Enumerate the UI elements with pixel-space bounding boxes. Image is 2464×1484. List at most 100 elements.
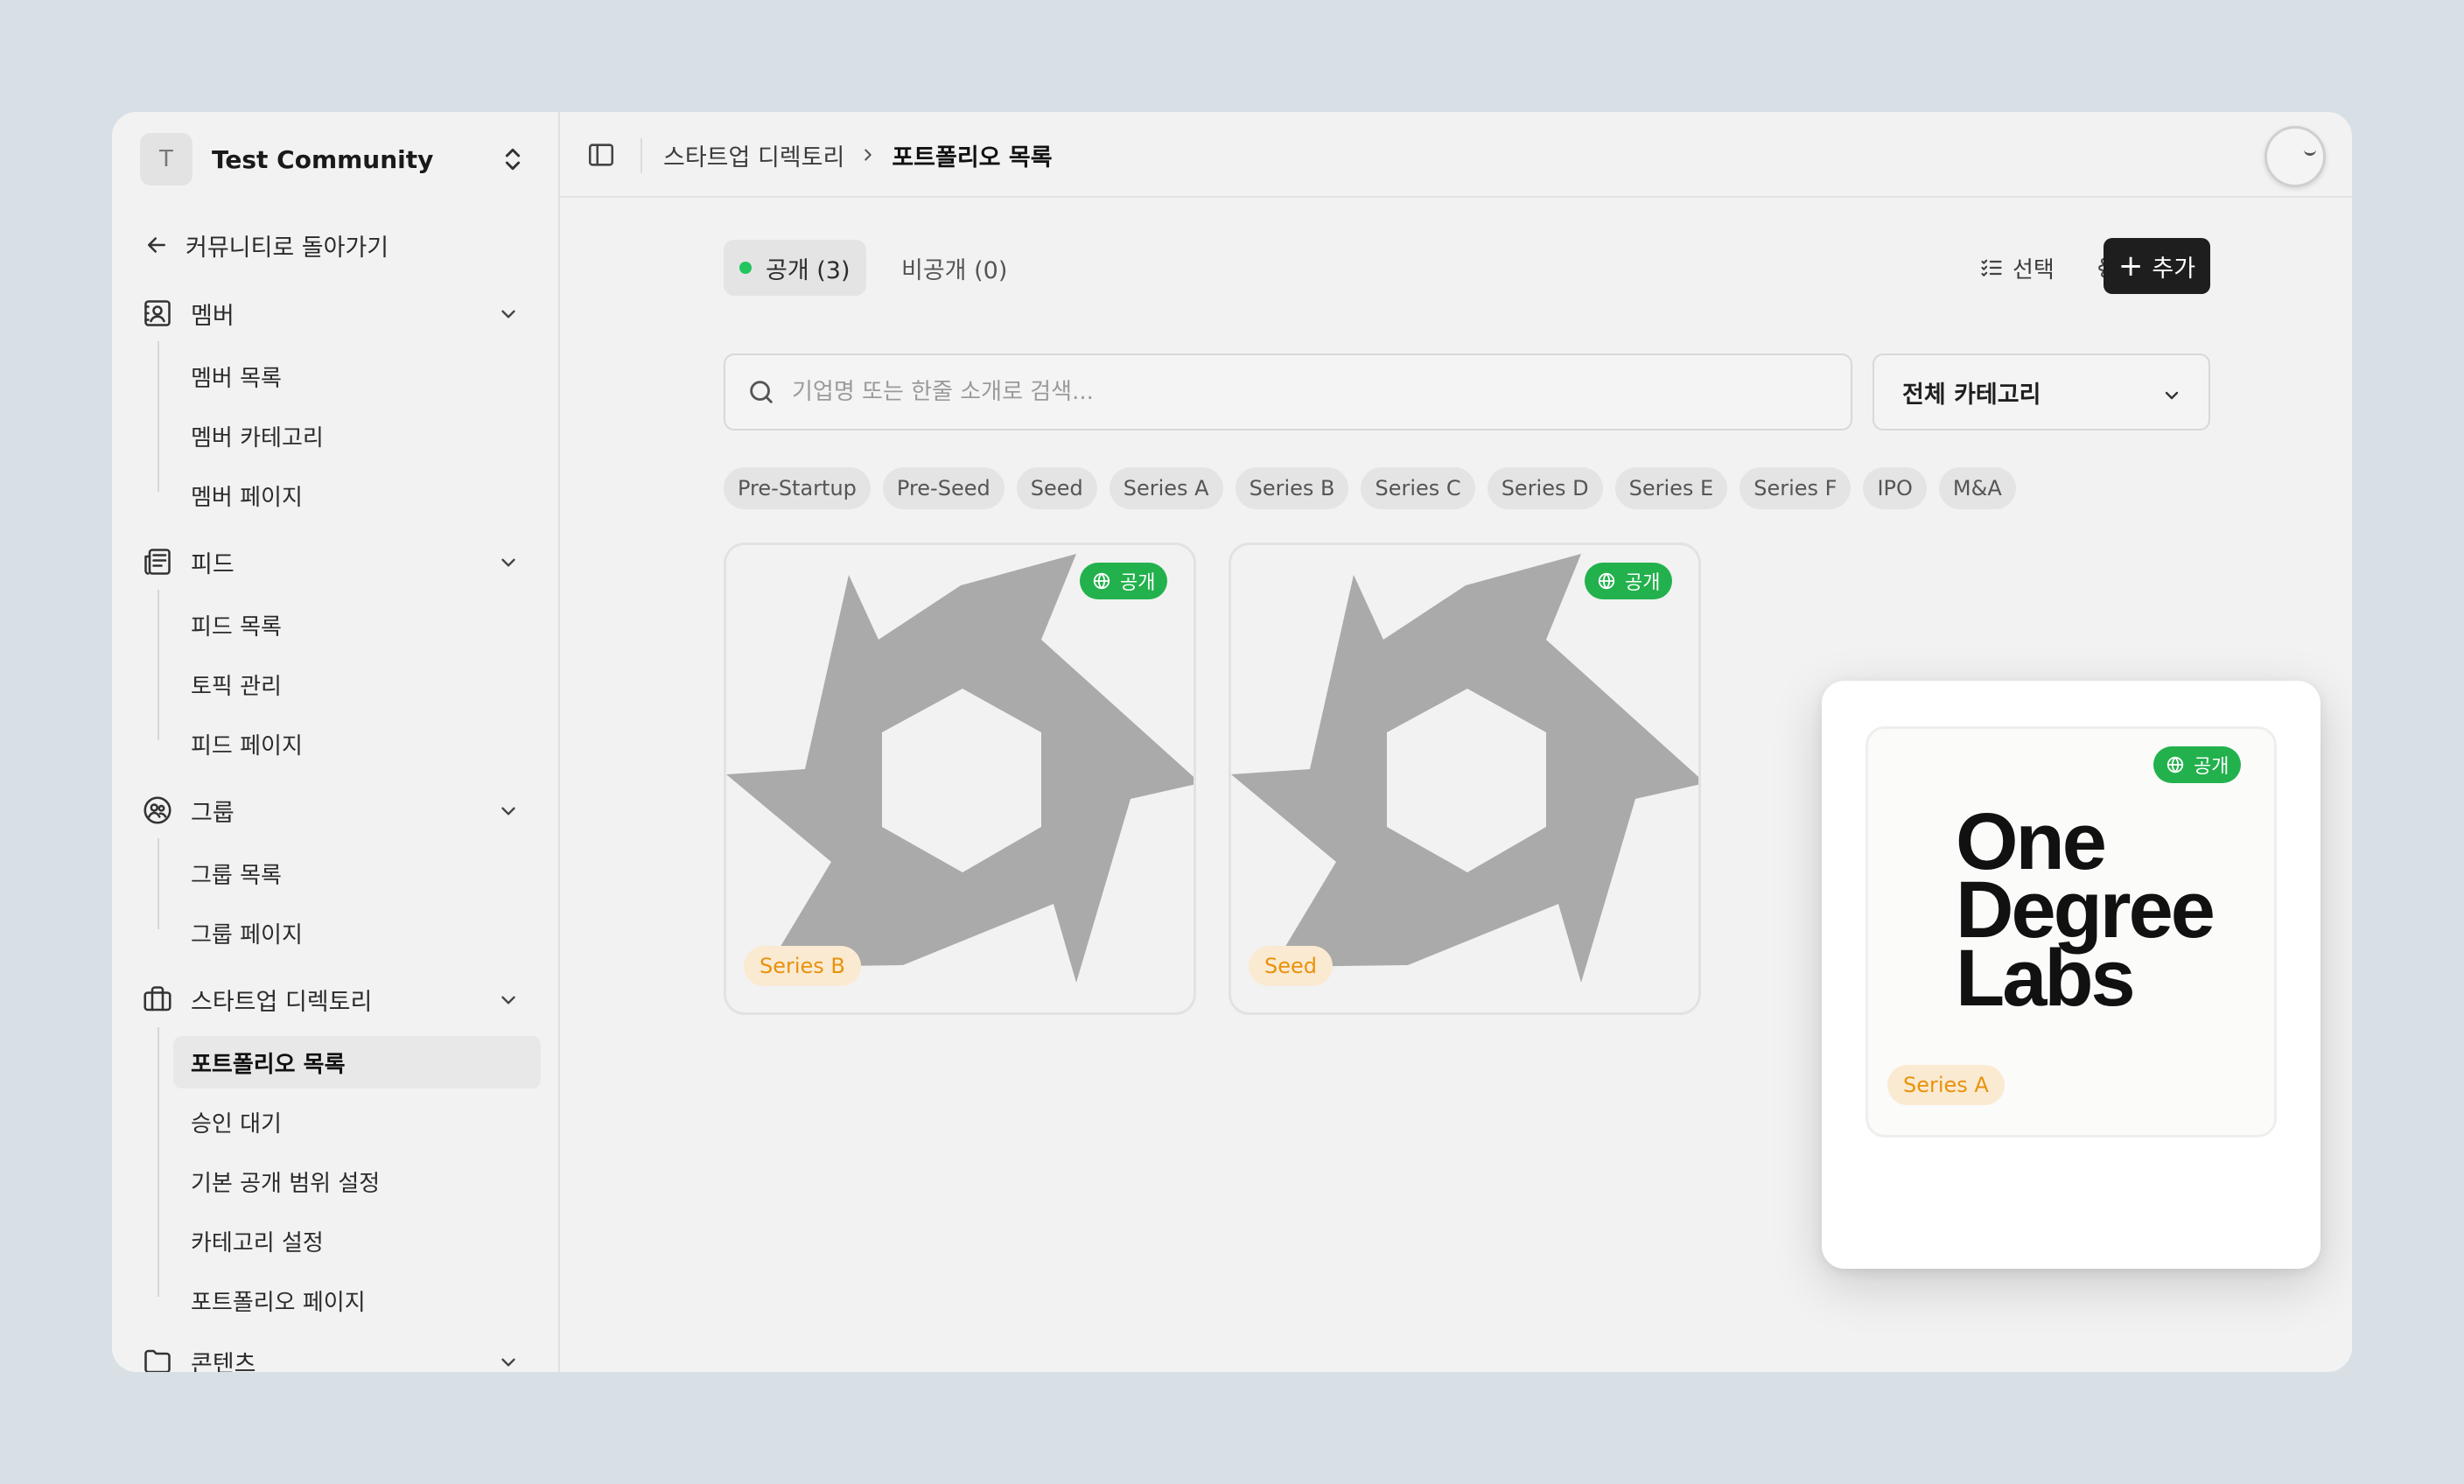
sidebar-item-group-page[interactable]: 그룹 페이지 bbox=[173, 906, 541, 959]
tree-line bbox=[158, 341, 159, 492]
sidebar-item-group-list[interactable]: 그룹 목록 bbox=[173, 847, 541, 900]
search-icon bbox=[750, 381, 773, 403]
divider bbox=[640, 138, 642, 173]
member-card-icon bbox=[140, 296, 175, 331]
chevron-down-icon bbox=[2165, 391, 2179, 400]
chevron-down-icon bbox=[501, 310, 515, 318]
sidebar-section-label: 스타트업 디렉토리 bbox=[191, 988, 373, 1016]
globe-icon bbox=[2166, 756, 2184, 774]
sidebar-section-groups[interactable]: 그룹 bbox=[140, 784, 534, 836]
stage-chip[interactable]: Series C bbox=[1361, 467, 1475, 509]
sidebar-section-startup-directory[interactable]: 스타트업 디렉토리 bbox=[140, 973, 534, 1026]
select-label: 선택 bbox=[2012, 256, 2054, 284]
stage-chip[interactable]: Pre-Startup bbox=[724, 467, 871, 509]
sidebar-item-feed-page[interactable]: 피드 페이지 bbox=[173, 718, 541, 770]
sidebar-toggle-icon[interactable] bbox=[586, 140, 616, 170]
breadcrumb: 스타트업 디렉토리 포트폴리오 목록 bbox=[663, 136, 1053, 173]
sidebar-item-approval-pending[interactable]: 승인 대기 bbox=[173, 1096, 541, 1148]
arrow-left-icon bbox=[148, 237, 165, 253]
stage-chip[interactable]: Series E bbox=[1614, 467, 1728, 509]
community-switcher[interactable]: T Test Community bbox=[140, 131, 534, 187]
plus-icon: + bbox=[2118, 248, 2144, 284]
sidebar-item-member-list[interactable]: 멤버 목록 bbox=[173, 350, 541, 402]
users-circle-icon bbox=[140, 793, 175, 828]
search-box[interactable] bbox=[724, 354, 1852, 430]
tree-line bbox=[158, 590, 159, 740]
add-button[interactable]: + 추가 bbox=[2104, 238, 2210, 294]
app-window: T Test Community 커뮤니티로 돌아가기 멤버 멤버 목록 멤버 … bbox=[112, 112, 2352, 1372]
visibility-label: 공개 bbox=[2194, 756, 2230, 778]
breadcrumb-parent[interactable]: 스타트업 디렉토리 bbox=[663, 138, 844, 172]
portfolio-card[interactable]: 공개 Seed bbox=[1228, 542, 1701, 1015]
visibility-label: 공개 bbox=[1625, 572, 1661, 594]
chevron-down-icon bbox=[501, 996, 515, 1004]
stage-badge: Series A bbox=[1887, 1065, 2005, 1105]
stage-chip[interactable]: Series B bbox=[1235, 467, 1349, 509]
company-logo bbox=[1231, 554, 1698, 983]
portfolio-card-inner: One Degree Labs 공개 Series A bbox=[1866, 726, 2277, 1138]
category-select[interactable]: 전체 카테고리 bbox=[1872, 354, 2210, 430]
sidebar-section-label: 멤버 bbox=[191, 302, 234, 330]
sidebar-item-feed-list[interactable]: 피드 목록 bbox=[173, 598, 541, 651]
sidebar-item-default-visibility[interactable]: 기본 공개 범위 설정 bbox=[173, 1155, 541, 1208]
sidebar-section-members[interactable]: 멤버 bbox=[140, 287, 534, 340]
company-logo bbox=[726, 554, 1194, 983]
sidebar-item-portfolio-page[interactable]: 포트폴리오 페이지 bbox=[173, 1274, 541, 1326]
back-label: 커뮤니티로 돌아가기 bbox=[186, 234, 389, 262]
globe-icon bbox=[1598, 572, 1615, 590]
category-select-value: 전체 카테고리 bbox=[1902, 381, 2041, 409]
sidebar-section-content[interactable]: 콘텐츠 bbox=[140, 1335, 534, 1372]
stage-badge: Seed bbox=[1249, 946, 1333, 986]
sidebar-item-member-category[interactable]: 멤버 카테고리 bbox=[173, 410, 541, 462]
tab-private-label: 비공개 (0) bbox=[901, 256, 1008, 284]
search-input[interactable] bbox=[792, 379, 1807, 405]
main-content: 공개 (3) 비공개 (0) 선택 편집 + 추가 전체 카테고리 Pre-St… bbox=[560, 200, 2352, 1372]
topbar: 스타트업 디렉토리 포트폴리오 목록 bbox=[560, 112, 2352, 198]
user-avatar[interactable] bbox=[2264, 126, 2326, 187]
sidebar-section-label: 콘텐츠 bbox=[191, 1350, 256, 1373]
sidebar-item-member-page[interactable]: 멤버 페이지 bbox=[173, 469, 541, 522]
stage-chip[interactable]: Series D bbox=[1487, 467, 1603, 509]
list-check-icon bbox=[1981, 259, 2002, 276]
status-dot bbox=[739, 262, 752, 274]
sidebar-item-category-settings[interactable]: 카테고리 설정 bbox=[173, 1214, 541, 1267]
globe-icon bbox=[1093, 572, 1110, 590]
company-logo-text: One Degree Labs bbox=[1956, 802, 2216, 1018]
sidebar-section-feed[interactable]: 피드 bbox=[140, 536, 534, 588]
tab-public[interactable]: 공개 (3) bbox=[724, 240, 866, 296]
sidebar-section-label: 그룹 bbox=[191, 799, 234, 827]
select-button[interactable]: 선택 bbox=[1979, 240, 2054, 296]
tab-public-label: 공개 (3) bbox=[766, 256, 850, 284]
stage-chip[interactable]: Pre-Seed bbox=[882, 467, 1004, 509]
stage-filter-chips: Pre-Startup Pre-Seed Seed Series A Serie… bbox=[724, 467, 2016, 509]
portfolio-card[interactable]: 공개 Series B bbox=[724, 542, 1196, 1015]
community-avatar: T bbox=[140, 133, 192, 186]
back-to-community-link[interactable]: 커뮤니티로 돌아가기 bbox=[144, 220, 388, 270]
chevron-down-icon bbox=[501, 558, 515, 567]
folder-icon bbox=[140, 1344, 175, 1372]
sidebar-item-portfolio-list[interactable]: 포트폴리오 목록 bbox=[173, 1036, 541, 1088]
stage-badge: Series B bbox=[744, 946, 861, 986]
stage-chip[interactable]: Series A bbox=[1109, 467, 1223, 509]
sidebar-item-topic-manage[interactable]: 토픽 관리 bbox=[173, 658, 541, 710]
community-name: Test Community bbox=[212, 144, 434, 174]
portfolio-card-dragging[interactable]: One Degree Labs 공개 Series A bbox=[1822, 681, 2320, 1269]
visibility-badge: 공개 bbox=[1585, 563, 1673, 599]
sidebar-section-label: 피드 bbox=[191, 550, 234, 578]
tree-line bbox=[158, 1027, 159, 1297]
visibility-badge: 공개 bbox=[1080, 563, 1168, 599]
chevron-down-icon bbox=[501, 807, 515, 816]
tab-private[interactable]: 비공개 (0) bbox=[901, 240, 1007, 296]
chevron-right-icon bbox=[864, 149, 872, 161]
stage-chip[interactable]: Series F bbox=[1740, 467, 1852, 509]
newspaper-icon bbox=[140, 544, 175, 579]
visibility-label: 공개 bbox=[1120, 572, 1156, 594]
chevron-up-down-icon bbox=[505, 148, 521, 171]
sidebar: T Test Community 커뮤니티로 돌아가기 멤버 멤버 목록 멤버 … bbox=[112, 112, 560, 1372]
stage-chip[interactable]: Seed bbox=[1016, 467, 1097, 509]
breadcrumb-current: 포트폴리오 목록 bbox=[892, 144, 1053, 172]
stage-chip[interactable]: IPO bbox=[1863, 467, 1927, 509]
stage-chip[interactable]: M&A bbox=[1938, 467, 2016, 509]
tree-line bbox=[158, 838, 159, 929]
briefcase-icon bbox=[140, 982, 175, 1017]
